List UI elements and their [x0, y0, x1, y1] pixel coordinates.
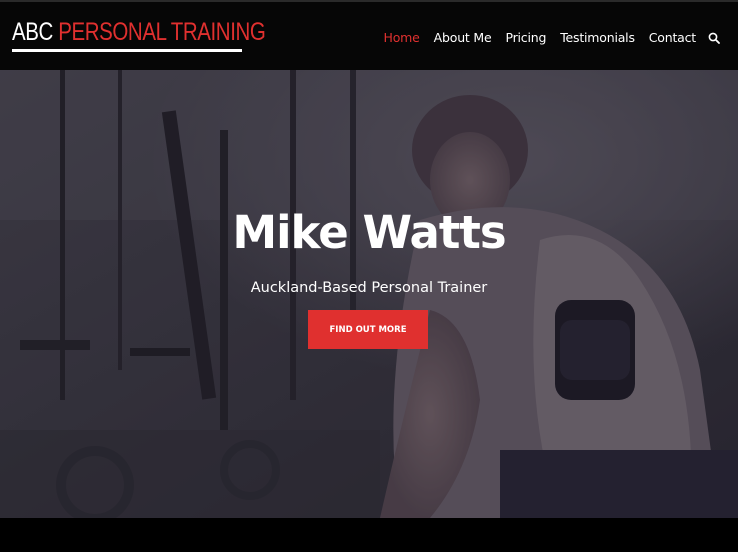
hero-title: Mike Watts: [232, 206, 506, 259]
nav-pricing[interactable]: Pricing: [505, 30, 546, 46]
logo-underline: [12, 49, 242, 52]
hero-section: Mike Watts Auckland-Based Personal Train…: [0, 70, 738, 518]
hero-subtitle: Auckland-Based Personal Trainer: [250, 280, 488, 296]
nav-home[interactable]: Home: [384, 30, 420, 46]
nav-about-me[interactable]: About Me: [434, 30, 492, 46]
page-bottom-strip: [0, 518, 738, 552]
find-out-more-button[interactable]: FIND OUT MORE: [308, 310, 428, 349]
nav-testimonials[interactable]: Testimonials: [560, 30, 635, 46]
nav-contact[interactable]: Contact: [649, 30, 696, 46]
logo-text-personal-training: PERSONAL TRAINING: [58, 18, 266, 46]
site-header: ABC PERSONAL TRAINING Home About Me Pric…: [0, 0, 738, 70]
logo-text-abc: ABC: [12, 18, 53, 46]
main-nav: Home About Me Pricing Testimonials Conta…: [370, 30, 720, 46]
site-logo[interactable]: ABC PERSONAL TRAINING: [12, 18, 266, 46]
search-icon[interactable]: [708, 32, 720, 44]
page: ABC PERSONAL TRAINING Home About Me Pric…: [0, 0, 738, 552]
